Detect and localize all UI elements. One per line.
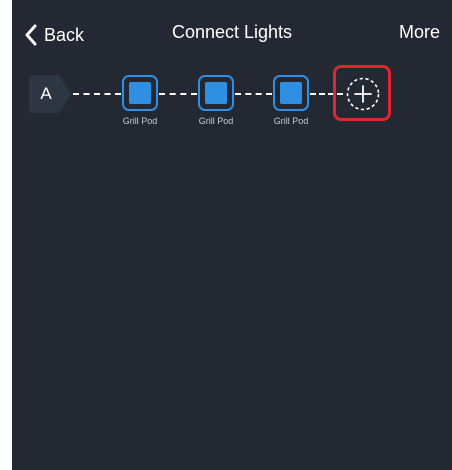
device-square-icon [205,82,227,104]
connection-line [235,93,272,95]
page-title: Connect Lights [171,22,293,42]
connect-lights-screen: Back Connect Lights More A Grill Pod Gri… [12,0,452,470]
device-label: Grill Pod [273,116,309,126]
add-light-button[interactable] [333,65,391,121]
connection-line [73,93,121,95]
more-button[interactable]: More [399,22,440,43]
port-tag: A [29,75,71,113]
connection-line [159,93,197,95]
grill-pod-device[interactable] [122,75,158,111]
device-square-icon [129,82,151,104]
light-chain: A Grill Pod Grill Pod Grill Pod [12,60,452,140]
device-square-icon [280,82,302,104]
grill-pod-device[interactable] [198,75,234,111]
device-label: Grill Pod [122,116,158,126]
port-label: A [40,84,52,103]
grill-pod-device[interactable] [273,75,309,111]
nav-bar: Back Connect Lights More [12,0,452,68]
device-label: Grill Pod [198,116,234,126]
